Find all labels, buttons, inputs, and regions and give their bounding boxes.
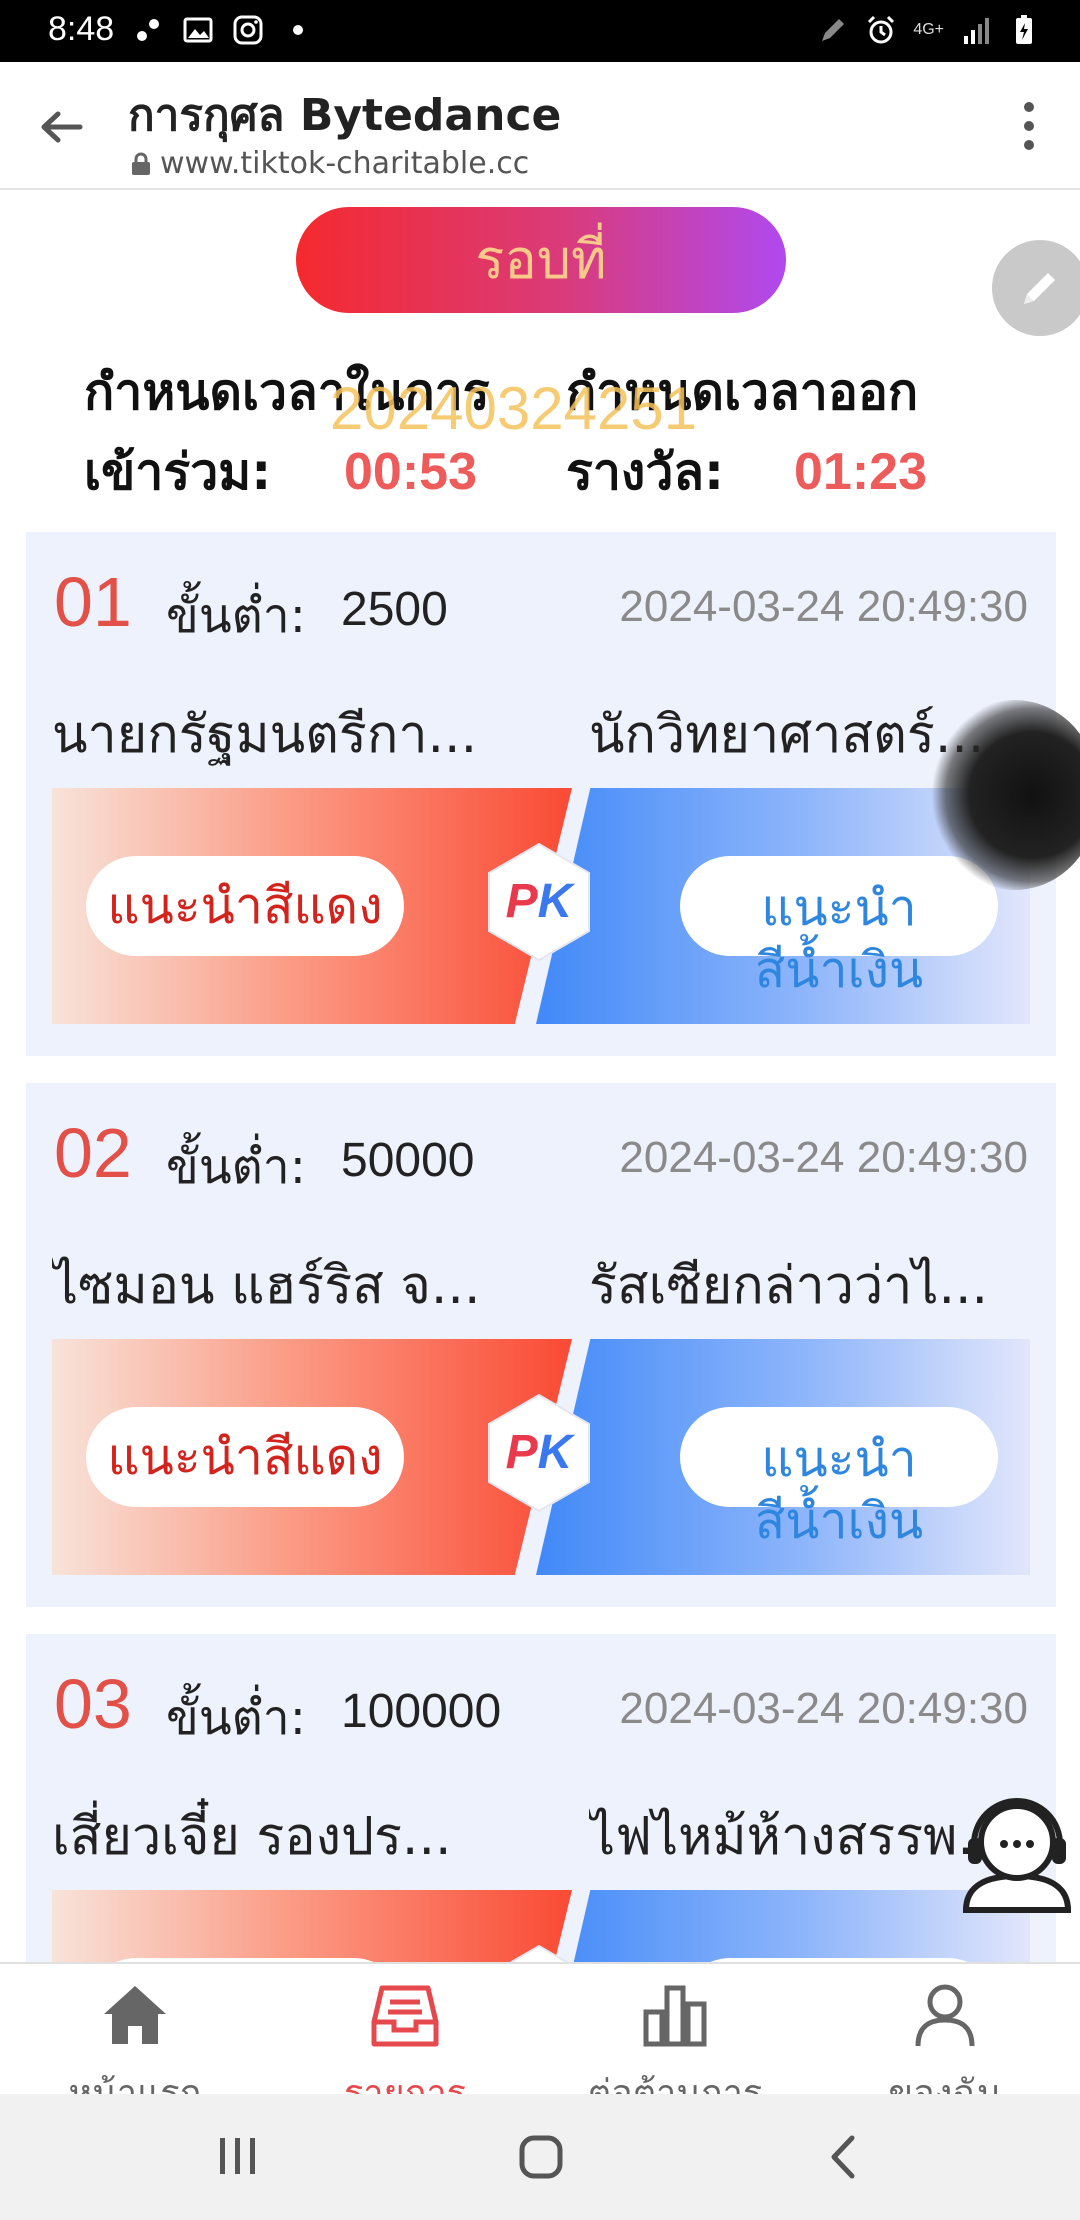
recommend-red-button[interactable]: แนะนำสีแดง	[86, 1407, 404, 1507]
recommend-red-button[interactable]: แนะนำสีแดง	[86, 856, 404, 956]
blue-side-title: รัสเซียกล่าวว่าไ...	[589, 1256, 989, 1316]
url-text: www.tiktok-charitable.cc	[160, 146, 530, 181]
minimum-label: ขั้นต่ำ:	[166, 588, 306, 644]
nav-profile[interactable]: ของฉัน	[810, 1964, 1080, 2094]
browser-toolbar: การกุศล Bytedance www.tiktok-charitable.…	[0, 62, 1080, 190]
award-countdown: 01:23	[794, 443, 927, 501]
card-index: 03	[54, 1665, 132, 1743]
recent-apps-icon[interactable]	[216, 2136, 260, 2176]
recommend-blue-line2: สีน้ำเงิน	[754, 941, 924, 999]
card-date: 2024-03-24 20:49:30	[619, 1684, 1028, 1733]
alarm-icon	[868, 15, 895, 44]
customer-service-icon[interactable]	[956, 1786, 1078, 1916]
home-icon	[104, 1986, 166, 2044]
back-arrow-icon[interactable]	[36, 102, 86, 152]
minimum-value: 100000	[341, 1685, 502, 1738]
pk-letter-k: K	[537, 875, 573, 928]
status-right-icons: 4G+	[817, 14, 1040, 46]
lock-icon	[132, 152, 150, 175]
card-date: 2024-03-24 20:49:30	[619, 582, 1028, 631]
gallery-icon	[183, 17, 213, 43]
red-side-title: ไซมอน แฮร์ริส จ...	[52, 1256, 481, 1316]
recommend-blue-line2: สีน้ำเงิน	[754, 1492, 924, 1550]
timer-section: กำหนดเวลาในการ เข้าร่วม: 00:53 กำหนดเวลา…	[0, 352, 1080, 512]
nav-home-label: หน้าแรก	[68, 2073, 202, 2094]
profile-icon	[915, 1984, 975, 2047]
card-date: 2024-03-24 20:49:30	[619, 1133, 1028, 1182]
signal-icon	[964, 18, 989, 44]
red-side-title: เสี่ยวเจี๋ย รองปร...	[52, 1807, 452, 1867]
nav-profile-label: ของฉัน	[888, 2073, 1002, 2094]
pk-badge-text: PK	[477, 840, 601, 964]
system-navigation-bar	[0, 2094, 1080, 2220]
more-options-icon[interactable]	[1022, 102, 1036, 150]
pk-card: 02 ขั้นต่ำ: 50000 2024-03-24 20:49:30 ไซมอน …	[26, 1083, 1056, 1607]
edit-button[interactable]	[992, 240, 1080, 336]
notification-icon	[137, 19, 159, 41]
round-number: 20240324251	[330, 375, 698, 442]
network-label: 4G+	[913, 21, 944, 38]
minimum-value: 50000	[341, 1134, 475, 1187]
award-deadline-label-line2: รางวัล:	[566, 443, 725, 501]
recommend-blue-label: แนะนำสีน้ำเงิน	[680, 877, 998, 1001]
pk-letter-k: K	[537, 1426, 573, 1479]
pen-icon	[822, 19, 845, 41]
card-index: 01	[54, 563, 132, 641]
nav-anti-label: ต่อต้านการ	[587, 2073, 763, 2094]
nav-list-label: รายการ	[344, 2073, 466, 2094]
url-row[interactable]: www.tiktok-charitable.cc	[130, 146, 529, 181]
recommend-blue-line1: แนะนำ	[761, 1430, 917, 1488]
home-button-icon[interactable]	[518, 2134, 564, 2180]
red-side-title: นายกรัฐมนตรีกา...	[52, 705, 478, 765]
instagram-icon	[233, 15, 263, 45]
pk-card: 01 ขั้นต่ำ: 2500 2024-03-24 20:49:30 นายกรัฐ…	[26, 532, 1056, 1056]
status-time: 8:48	[48, 10, 115, 48]
pk-badge-text: PK	[477, 1391, 601, 1515]
pencil-icon	[1024, 273, 1055, 304]
dot-icon	[293, 25, 303, 35]
nav-anti[interactable]: ต่อต้านการ	[540, 1964, 810, 2094]
recommend-blue-line1: แนะนำ	[761, 879, 917, 937]
inbox-icon	[371, 1985, 439, 2047]
page-title: การกุศล Bytedance	[128, 90, 562, 141]
nav-home[interactable]: หน้าแรก	[0, 1964, 270, 2094]
join-countdown: 00:53	[344, 443, 477, 501]
back-button-icon[interactable]	[826, 2134, 860, 2180]
bottom-navigation: หน้าแรก รายการ ต่อต้านการ ของฉัน	[0, 1962, 1080, 2094]
status-left-icons	[132, 14, 314, 46]
pk-letter-p: P	[505, 1426, 538, 1479]
minimum-value: 2500	[341, 583, 448, 636]
minimum-label: ขั้นต่ำ:	[166, 1690, 306, 1746]
recommend-blue-label: แนะนำสีน้ำเงิน	[680, 1428, 998, 1552]
join-deadline-label-line2: เข้าร่วม:	[84, 443, 272, 501]
nav-list[interactable]: รายการ	[270, 1964, 540, 2094]
battery-icon	[1016, 15, 1032, 44]
round-pill: รอบที่	[296, 207, 786, 313]
status-bar: 8:48 4G+	[0, 0, 1080, 62]
card-index: 02	[54, 1114, 132, 1192]
minimum-label: ขั้นต่ำ:	[166, 1139, 306, 1195]
pk-letter-p: P	[505, 875, 538, 928]
bar-chart-icon	[643, 1985, 707, 2047]
